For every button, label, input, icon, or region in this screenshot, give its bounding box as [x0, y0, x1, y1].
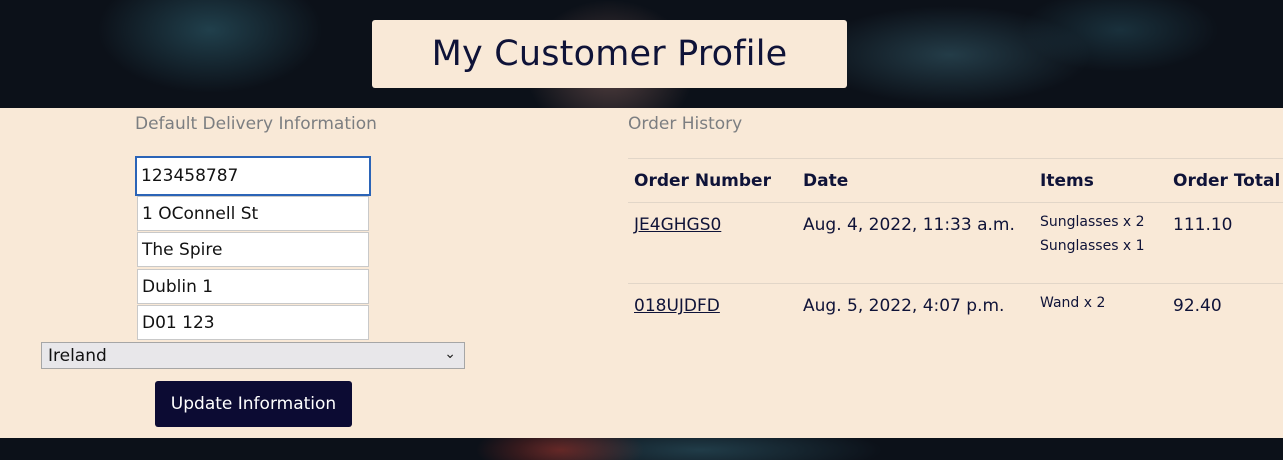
country-select-value: Ireland [48, 345, 107, 366]
order-history-heading: Order History [628, 114, 743, 134]
order-date: Aug. 5, 2022, 4:07 p.m. [803, 296, 1005, 316]
column-header-items: Items [1040, 171, 1094, 191]
update-information-button[interactable]: Update Information [155, 381, 352, 427]
order-item: Sunglasses x 2 [1040, 214, 1145, 230]
column-header-order-number: Order Number [634, 171, 771, 191]
order-number-link[interactable]: 018UJDFD [634, 296, 720, 316]
chevron-down-icon: ⌄ [444, 346, 456, 362]
order-item: Wand x 2 [1040, 295, 1106, 311]
order-item: Sunglasses x 1 [1040, 238, 1145, 254]
city-field[interactable]: Dublin 1 [137, 269, 369, 304]
phone-field[interactable]: 123458787 [135, 156, 371, 196]
table-divider [628, 283, 1283, 284]
order-date: Aug. 4, 2022, 11:33 a.m. [803, 215, 1015, 235]
title-banner: My Customer Profile [372, 20, 847, 88]
order-number-link[interactable]: JE4GHGS0 [634, 215, 721, 235]
table-divider [628, 202, 1283, 203]
address1-field[interactable]: 1 OConnell St [137, 196, 369, 231]
order-total: 111.10 [1173, 215, 1233, 235]
delivery-heading: Default Delivery Information [135, 114, 377, 134]
country-select[interactable]: Ireland ⌄ [41, 342, 465, 369]
column-header-date: Date [803, 171, 849, 191]
address2-field[interactable]: The Spire [137, 232, 369, 267]
order-total: 92.40 [1173, 296, 1222, 316]
page-title: My Customer Profile [431, 34, 788, 74]
column-header-order-total: Order Total [1173, 171, 1281, 191]
table-divider [628, 158, 1283, 159]
postcode-field[interactable]: D01 123 [137, 305, 369, 340]
